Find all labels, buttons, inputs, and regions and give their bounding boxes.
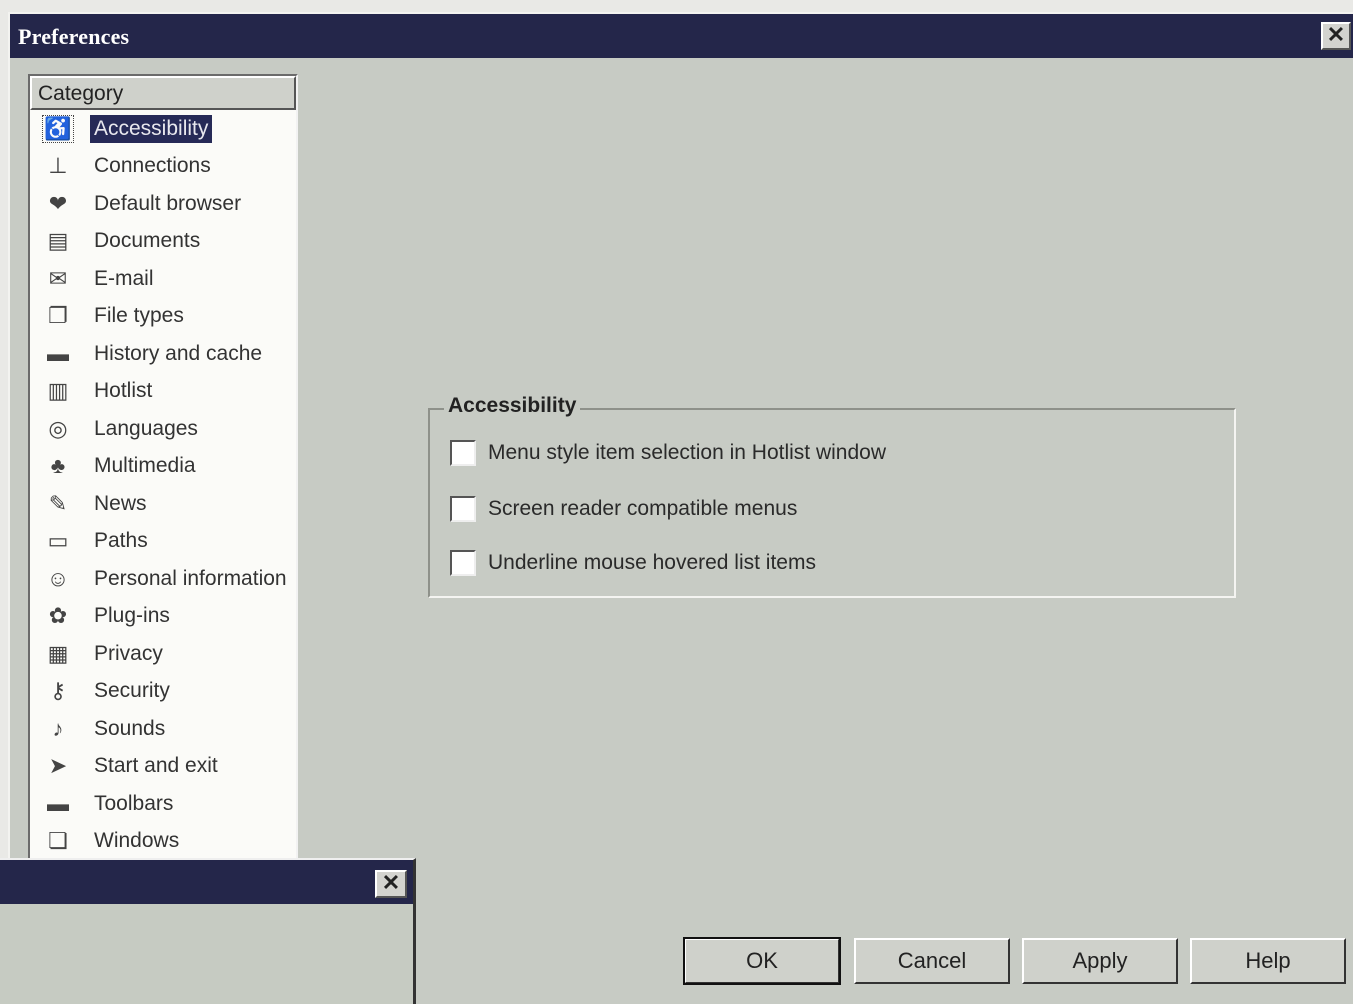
category-item[interactable]: ✉ E-mail [30, 260, 296, 298]
option-label: Menu style item selection in Hotlist win… [488, 441, 886, 464]
category-item[interactable]: ♣ Multimedia [30, 448, 296, 486]
accessibility-icon: ♿ [42, 114, 74, 143]
category-label: E-mail [94, 266, 154, 290]
category-label: Documents [94, 229, 201, 253]
windows-icon: ❏ [48, 828, 68, 854]
category-label: Paths [94, 529, 148, 553]
category-item[interactable]: ➤ Start and exit [30, 748, 296, 786]
category-list: Category ♿ Accessibility ⊥ Connections ❤ Defa… [28, 74, 298, 874]
category-label: Security [94, 679, 170, 703]
category-label: News [94, 491, 147, 515]
start-exit-icon: ➤ [48, 753, 68, 779]
category-label: Sounds [94, 716, 166, 740]
connections-icon: ⊥ [48, 153, 68, 179]
cancel-button[interactable]: Cancel [854, 938, 1010, 984]
menu-style-checkbox[interactable] [450, 440, 476, 466]
category-item[interactable]: ▬ History and cache [30, 335, 296, 373]
toolbars-icon: ▬ [47, 790, 69, 816]
window-title: Preferences [18, 24, 130, 49]
close-icon: ✕ [381, 870, 401, 895]
category-item[interactable]: ♿ Accessibility [30, 110, 296, 148]
underline-hovered-checkbox[interactable] [450, 550, 476, 576]
screen-reader-checkbox[interactable] [450, 496, 476, 522]
category-label: Connections [94, 154, 211, 178]
group-title: Accessibility [444, 394, 581, 418]
category-label: Default browser [94, 191, 242, 215]
hotlist-icon: ▥ [47, 378, 69, 404]
option-label: Screen reader compatible menus [488, 497, 798, 520]
person-icon: ☺ [46, 565, 70, 591]
category-label: Multimedia [94, 454, 196, 478]
category-item[interactable]: ⊥ Connections [30, 148, 296, 186]
category-item[interactable]: ⚷ Security [30, 673, 296, 711]
security-icon: ⚷ [49, 678, 67, 704]
email-icon: ✉ [48, 265, 68, 291]
category-label: Toolbars [94, 791, 174, 815]
accessibility-group: Accessibility Menu style item selection … [428, 394, 1236, 598]
category-label: Personal information [94, 566, 287, 590]
category-label: History and cache [94, 341, 263, 365]
category-label: Plug-ins [94, 604, 170, 628]
ok-button[interactable]: OK [683, 937, 841, 985]
secondary-title-bar[interactable]: ✕ [0, 860, 413, 904]
option-label: Underline mouse hovered list items [488, 551, 816, 574]
category-item[interactable]: ♪ Sounds [30, 710, 296, 748]
history-cache-icon: ▬ [47, 340, 69, 366]
category-item[interactable]: ▤ Documents [30, 223, 296, 261]
languages-icon: ◎ [48, 415, 68, 441]
category-item[interactable]: ✎ News [30, 485, 296, 523]
category-item[interactable]: ✿ Plug-ins [30, 598, 296, 636]
category-item[interactable]: ▥ Hotlist [30, 373, 296, 411]
plugins-icon: ✿ [48, 603, 68, 629]
documents-icon: ▤ [47, 228, 69, 254]
category-items: ♿ Accessibility ⊥ Connections ❤ Default brows… [30, 110, 296, 860]
category-label: Privacy [94, 641, 163, 665]
category-label: Accessibility [90, 114, 213, 143]
default-browser-icon: ❤ [48, 190, 68, 216]
option-underline-hovered[interactable]: Underline mouse hovered list items [450, 550, 816, 576]
option-menu-style-selection[interactable]: Menu style item selection in Hotlist win… [450, 440, 886, 466]
preferences-dialog: Preferences ✕ Category ♿ Accessibility ⊥ Co… [8, 12, 1353, 1004]
category-item[interactable]: ❏ Windows [30, 823, 296, 861]
file-types-icon: ❐ [48, 303, 68, 329]
secondary-close-button[interactable]: ✕ [375, 870, 407, 898]
category-label: Windows [94, 829, 180, 853]
sounds-icon: ♪ [52, 715, 64, 741]
help-button[interactable]: Help [1190, 938, 1346, 984]
title-bar[interactable]: Preferences ✕ [10, 14, 1353, 58]
category-label: File types [94, 304, 184, 328]
category-item[interactable]: ▭ Paths [30, 523, 296, 561]
category-header[interactable]: Category [30, 76, 296, 110]
news-icon: ✎ [48, 490, 68, 516]
close-button[interactable]: ✕ [1321, 22, 1351, 50]
category-item[interactable]: ❤ Default browser [30, 185, 296, 223]
option-screen-reader-menus[interactable]: Screen reader compatible menus [450, 496, 797, 522]
category-label: Hotlist [94, 379, 153, 403]
category-item[interactable]: ◎ Languages [30, 410, 296, 448]
apply-button[interactable]: Apply [1022, 938, 1178, 984]
close-icon: ✕ [1326, 22, 1346, 47]
category-label: Languages [94, 416, 198, 440]
category-item[interactable]: ☺ Personal information [30, 560, 296, 598]
category-item[interactable]: ❐ File types [30, 298, 296, 336]
category-label: Start and exit [94, 754, 218, 778]
category-item[interactable]: ▬ Toolbars [30, 785, 296, 823]
category-item[interactable]: ▦ Privacy [30, 635, 296, 673]
secondary-window: ✕ [0, 858, 416, 1004]
multimedia-icon: ♣ [50, 453, 66, 479]
privacy-icon: ▦ [47, 640, 69, 666]
folder-icon: ▭ [47, 528, 69, 554]
